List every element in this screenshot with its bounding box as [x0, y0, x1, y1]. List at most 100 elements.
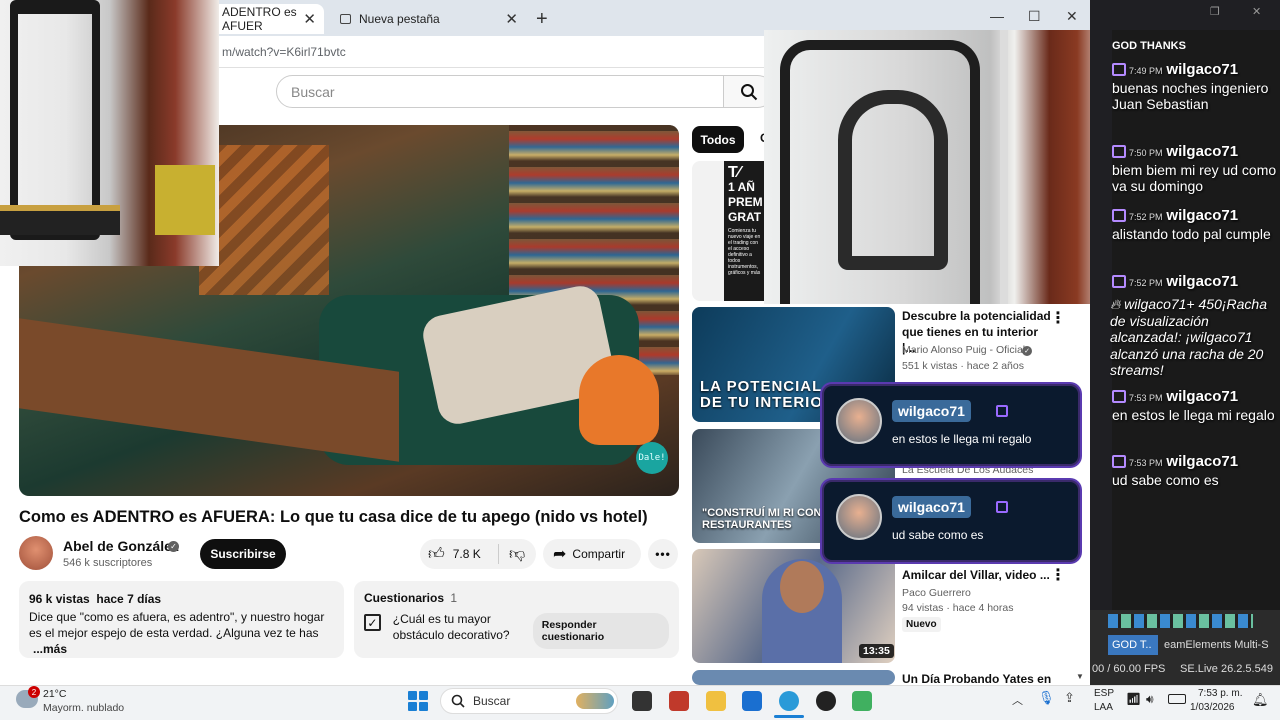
tray-chevron-up-icon[interactable]: ︿: [1012, 692, 1023, 708]
tab-youtube-video[interactable]: ADENTRO es AFUER ✕: [212, 4, 324, 34]
active-app-indicator: [774, 715, 804, 718]
quiz-checkbox-icon: ✓: [364, 614, 381, 631]
chat-message: 7:52 PM wilgaco71: [1112, 273, 1280, 292]
new-tab-plus-icon[interactable]: +: [536, 8, 548, 31]
dislike-button[interactable]: 👎︎: [499, 545, 525, 564]
video-overlay-badge[interactable]: Dale!: [636, 442, 668, 474]
selive-version: SE.Live 26.2.5.549: [1180, 663, 1273, 675]
microsoft-store-icon[interactable]: [742, 691, 762, 711]
answer-quiz-button[interactable]: Responder cuestionario: [532, 613, 669, 649]
quiz-panel: Cuestionarios 1 ✓ ¿Cuál es tu mayor obst…: [354, 581, 679, 658]
weather-condition[interactable]: Mayorm. nublado: [43, 702, 124, 714]
chat-text: buenas noches ingeniero Juan Sebastian: [1112, 79, 1269, 113]
dock-tab-streamelements[interactable]: eamElements Multi-S: [1164, 639, 1269, 651]
twitch-icon: [996, 501, 1008, 513]
rec-title-3[interactable]: Amilcar del Villar, video ...: [902, 567, 1050, 583]
input-language[interactable]: ESP: [1094, 688, 1114, 699]
more-vertical-icon[interactable]: ⋮: [1050, 565, 1066, 585]
subscribe-button[interactable]: Suscribirse: [200, 539, 286, 569]
brave-browser-icon[interactable]: [669, 691, 689, 711]
rec-thumbnail-4[interactable]: [692, 670, 895, 685]
more-vertical-icon[interactable]: ⋮: [1050, 308, 1066, 328]
ad-subtext: Comienza tu nuevo viaje en el trading co…: [728, 228, 761, 276]
channel-name[interactable]: Abel de González: [63, 538, 179, 554]
url-text[interactable]: m/watch?v=K6irl71bvtc: [222, 45, 346, 59]
tray-icons-strip[interactable]: [1108, 614, 1253, 628]
description-text: Dice que "como es afuera, es adentro", y…: [29, 610, 325, 640]
chat-username[interactable]: wilgaco71: [1166, 207, 1238, 224]
chat-restore-icon[interactable]: ❐: [1210, 5, 1220, 18]
gym-bench: [0, 205, 120, 235]
chat-username[interactable]: wilgaco71: [1166, 273, 1238, 290]
wifi-icon[interactable]: 📶︎: [1126, 692, 1141, 706]
obs-studio-icon[interactable]: [816, 691, 836, 711]
quiz-header: Cuestionarios: [364, 591, 445, 605]
new-badge: Nuevo: [902, 617, 941, 632]
like-count: 7.8 K: [452, 547, 481, 561]
fps-counter: 00 / 60.00 FPS: [1092, 663, 1166, 675]
close-tab-icon[interactable]: ✕: [505, 10, 518, 28]
alert-message: ud sabe como es: [892, 528, 984, 542]
rec-channel-3[interactable]: Paco Guerrero: [902, 585, 971, 601]
thumbnail-caption: LA POTENCIAL DE TU INTERIO: [700, 378, 824, 411]
rec-channel-1[interactable]: Mario Alonso Puig - Oficial: [902, 342, 1025, 358]
alert-avatar: [836, 398, 882, 444]
view-stats: 96 k vistas hace 7 días: [29, 592, 162, 606]
alert-username: wilgaco71: [892, 400, 971, 422]
chat-message: 7:53 PM wilgaco71 ud sabe como es: [1112, 453, 1239, 488]
like-button[interactable]: 👍︎ 7.8 K: [420, 545, 498, 564]
chat-text: biem biem mi rey ud como va su domingo: [1112, 161, 1277, 195]
chat-username[interactable]: wilgaco71: [1166, 143, 1238, 160]
chat-username[interactable]: wilgaco71: [1166, 61, 1238, 78]
chat-username[interactable]: wilgaco71: [1166, 388, 1238, 405]
network-share-icon[interactable]: ⇪: [1064, 690, 1075, 706]
ad-text: 1 AÑ PREM GRAT: [728, 180, 763, 224]
streak-text: wilgaco71+ 450¡Racha de visualización al…: [1110, 296, 1267, 378]
show-more-link[interactable]: ...más: [33, 642, 67, 656]
video-frame-plush: [579, 355, 659, 445]
close-window-icon[interactable]: ✕: [1066, 8, 1078, 25]
yellow-chair: [155, 165, 215, 235]
youtube-search-input[interactable]: Buscar: [276, 75, 724, 108]
channel-avatar[interactable]: [19, 536, 53, 570]
taskbar-date[interactable]: 1/03/2026: [1190, 702, 1235, 713]
share-button[interactable]: ➦ Compartir: [543, 539, 641, 569]
share-label: Compartir: [572, 547, 626, 561]
microphone-icon[interactable]: 🎙︎: [1038, 690, 1055, 706]
maximize-icon[interactable]: ☐: [1028, 8, 1041, 25]
search-highlight-icon: [576, 693, 614, 709]
chat-close-icon[interactable]: ✕: [1252, 5, 1261, 18]
notification-bell-icon[interactable]: 🔔︎: [1252, 692, 1269, 708]
share-icon: ➦: [553, 546, 567, 563]
close-tab-icon[interactable]: ✕: [303, 10, 316, 28]
tab-title: Nueva pestaña: [359, 12, 440, 26]
file-explorer-icon[interactable]: [706, 691, 726, 711]
taskbar-search[interactable]: Buscar: [440, 688, 618, 714]
input-layout[interactable]: LAA: [1094, 702, 1113, 713]
quiz-count: 1: [450, 591, 458, 605]
taskbar-time[interactable]: 7:53 p. m.: [1198, 688, 1242, 699]
dock-tab-chat[interactable]: GOD T..: [1108, 635, 1158, 655]
more-actions-button[interactable]: •••: [648, 539, 678, 569]
minimize-icon[interactable]: —: [990, 8, 1004, 24]
windows-start-icon[interactable]: [408, 691, 428, 711]
thumbs-up-icon: 👍︎: [428, 545, 445, 563]
weather-temp[interactable]: 21°C: [43, 688, 66, 700]
ad-banner[interactable]: T⁄ 1 AÑ PREM GRAT Comienza tu nuevo viaj…: [724, 161, 766, 301]
app-icon[interactable]: [852, 691, 872, 711]
volume-icon[interactable]: 🔊︎: [1146, 692, 1154, 707]
chip-all[interactable]: Todos: [692, 126, 744, 153]
duration-badge: 13:35: [859, 644, 894, 658]
scroll-down-icon[interactable]: ▼: [1076, 672, 1084, 681]
edge-browser-icon[interactable]: [779, 691, 799, 711]
battery-icon[interactable]: [1168, 694, 1186, 704]
chat-username[interactable]: wilgaco71: [1166, 453, 1238, 470]
tab-new-tab[interactable]: Nueva pestaña ✕: [330, 4, 526, 34]
new-tab-favicon-icon: [340, 14, 351, 24]
door-frame: [1000, 30, 1008, 304]
task-view-icon[interactable]: [632, 691, 652, 711]
verified-icon: ✓: [1022, 346, 1032, 356]
description-box[interactable]: 96 k vistas hace 7 días Dice que "como e…: [19, 581, 344, 658]
fire-icon: 🔥︎: [1110, 296, 1121, 312]
alert-username: wilgaco71: [892, 496, 971, 518]
